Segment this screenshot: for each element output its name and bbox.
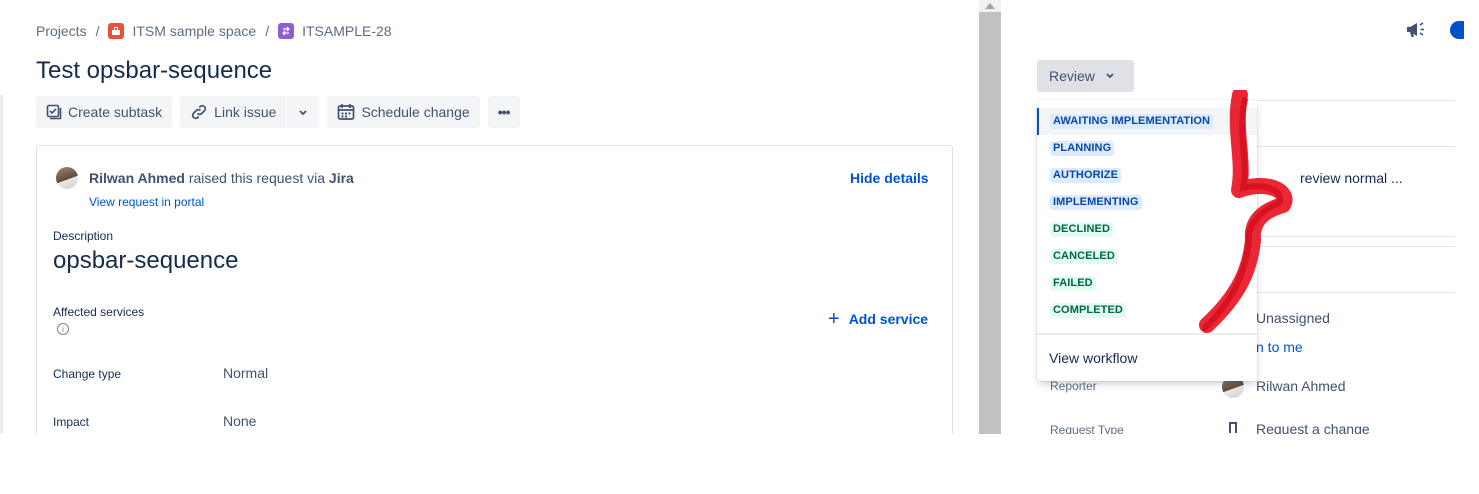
breadcrumb-projects[interactable]: Projects (36, 23, 87, 39)
add-service-label: Add service (848, 311, 929, 327)
request-channel: Jira (328, 170, 354, 186)
change-type-value[interactable]: Normal (223, 365, 268, 381)
view-workflow-link[interactable]: View workflow (1049, 350, 1137, 366)
assign-to-me-link[interactable]: n to me (1256, 339, 1303, 355)
scroll-up-arrow[interactable] (979, 0, 1001, 12)
link-issue-dropdown-button[interactable] (287, 96, 320, 128)
hide-details-button[interactable]: Hide details (850, 170, 929, 186)
status-label: Review (1049, 68, 1095, 84)
reporter-label: Reporter (1050, 379, 1097, 393)
status-lozenge: DECLINED (1050, 222, 1114, 237)
raised-by-text: Rilwan Ahmed raised this request via Jir… (89, 170, 354, 186)
request-type-partial: review normal ... (1300, 170, 1403, 186)
impact-value[interactable]: None (223, 413, 256, 429)
red-scribble-annotation (1199, 90, 1293, 333)
breadcrumb-separator: / (95, 23, 100, 39)
more-actions-button[interactable]: ••• (487, 96, 520, 128)
scrollbar[interactable] (979, 0, 1001, 434)
left-edge-divider (0, 95, 3, 434)
create-subtask-label: Create subtask (68, 104, 163, 120)
request-details-card (36, 145, 953, 445)
status-lozenge: COMPLETED (1050, 303, 1126, 318)
status-lozenge: PLANNING (1050, 141, 1115, 156)
chevron-down-icon (298, 104, 308, 120)
change-icon (278, 23, 295, 39)
status-lozenge: CANCELED (1050, 249, 1118, 264)
calendar-icon (337, 103, 355, 121)
reporter-name[interactable]: Rilwan Ahmed (89, 170, 185, 186)
more-icon: ••• (497, 104, 511, 120)
breadcrumb-separator: / (265, 23, 270, 39)
issue-toolbar: Create subtask Link issue Schedule chang… (36, 96, 528, 128)
link-issue-label: Link issue (214, 104, 277, 120)
help-icon[interactable] (1450, 21, 1464, 39)
subtask-icon (46, 104, 62, 120)
description-value[interactable]: opsbar-sequence (53, 247, 238, 275)
link-icon (190, 104, 208, 120)
info-icon[interactable]: i (57, 323, 69, 335)
plus-icon: + (828, 308, 840, 330)
issue-title[interactable]: Test opsbar-sequence (36, 57, 272, 85)
raised-text: raised this request via (188, 170, 326, 186)
avatar (56, 167, 78, 189)
breadcrumb-issue-key[interactable]: ITSAMPLE-28 (302, 23, 391, 39)
status-lozenge: IMPLEMENTING (1050, 195, 1142, 210)
status-lozenge: FAILED (1050, 276, 1096, 291)
schedule-change-button[interactable]: Schedule change (327, 96, 480, 128)
schedule-change-label: Schedule change (361, 104, 470, 120)
chevron-down-icon (1105, 72, 1115, 80)
status-lozenge: AUTHORIZE (1050, 168, 1122, 183)
breadcrumb: Projects / ITSM sample space / ITSAMPLE-… (36, 21, 392, 41)
affected-services-label: Affected services (53, 305, 145, 319)
toolbox-icon (108, 23, 125, 39)
status-lozenge: AWAITING IMPLEMENTATION (1050, 114, 1214, 129)
status-button[interactable]: Review (1037, 60, 1134, 92)
reporter-value[interactable]: Rilwan Ahmed (1256, 378, 1346, 394)
view-request-portal-link[interactable]: View request in portal (89, 195, 204, 209)
add-service-button[interactable]: + Add service (828, 308, 929, 330)
request-type-icon (1229, 422, 1237, 433)
breadcrumb-space[interactable]: ITSM sample space (132, 23, 256, 39)
megaphone-icon[interactable] (1404, 19, 1426, 44)
link-issue-button[interactable]: Link issue (180, 96, 287, 128)
impact-label: Impact (53, 415, 90, 429)
create-subtask-button[interactable]: Create subtask (36, 96, 173, 128)
change-type-label: Change type (53, 367, 122, 381)
description-label: Description (53, 229, 114, 243)
page-bottom-whitespace (0, 434, 1479, 494)
